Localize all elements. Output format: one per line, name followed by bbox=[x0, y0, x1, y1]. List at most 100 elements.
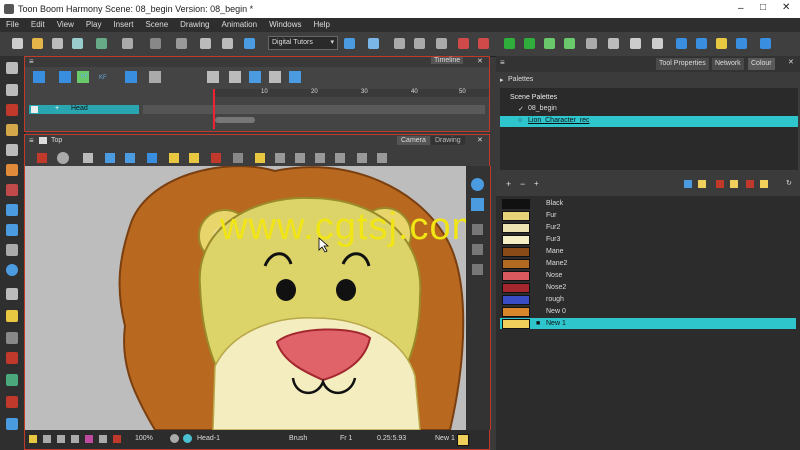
light-icon[interactable] bbox=[29, 435, 37, 443]
paint-line-icon[interactable] bbox=[211, 153, 221, 163]
colour-row[interactable]: Fur2 bbox=[500, 222, 796, 233]
layer-visible-checkbox[interactable] bbox=[31, 106, 38, 113]
light-table-icon[interactable] bbox=[125, 153, 135, 163]
menu-scene[interactable]: Scene bbox=[145, 20, 168, 29]
menu-help[interactable]: Help bbox=[314, 20, 330, 29]
constant-segment-icon[interactable] bbox=[269, 71, 281, 83]
stop-motion-keyframe-icon[interactable] bbox=[149, 71, 161, 83]
refresh-icon[interactable]: ↻ bbox=[786, 179, 792, 187]
peg-icon-2[interactable] bbox=[524, 38, 535, 49]
motion-keyframe-icon[interactable] bbox=[125, 71, 137, 83]
text-tool-icon[interactable] bbox=[6, 144, 18, 156]
palette-item-selected[interactable]: ○ Lion_Character_rec bbox=[500, 116, 798, 127]
add-keyframe-icon[interactable] bbox=[207, 71, 219, 83]
status-icon-6[interactable] bbox=[113, 435, 121, 443]
peg-icon-3[interactable] bbox=[544, 38, 555, 49]
line-icon[interactable] bbox=[233, 153, 243, 163]
close-panel-icon[interactable]: ✕ bbox=[477, 136, 483, 144]
grid-icon[interactable] bbox=[83, 153, 93, 163]
remove-keyframe-icon[interactable] bbox=[229, 71, 241, 83]
menu-drawing[interactable]: Drawing bbox=[180, 20, 209, 29]
deform-icon-2[interactable] bbox=[414, 38, 425, 49]
arrange-icon-4[interactable] bbox=[335, 153, 345, 163]
copy-icon[interactable] bbox=[200, 38, 211, 49]
menu-edit[interactable]: Edit bbox=[31, 20, 45, 29]
timeline-scrollbar[interactable] bbox=[215, 117, 255, 123]
status-icon-1[interactable] bbox=[43, 435, 51, 443]
loop-icon[interactable] bbox=[696, 38, 707, 49]
ellipse-tool-icon[interactable] bbox=[6, 244, 18, 256]
layer-row-head[interactable]: + Head bbox=[29, 105, 139, 114]
stamp-tool-icon[interactable] bbox=[6, 352, 18, 364]
recolour-swatch-icon[interactable] bbox=[760, 180, 768, 188]
select-tool-icon[interactable] bbox=[6, 62, 18, 74]
dropper-tool-icon[interactable] bbox=[6, 264, 18, 276]
panel-menu-icon[interactable]: ≡ bbox=[500, 58, 505, 67]
lock-all-icon[interactable] bbox=[189, 153, 199, 163]
flip-icon-2[interactable] bbox=[377, 153, 387, 163]
spline-tool-icon[interactable] bbox=[6, 418, 18, 430]
tab-drawing[interactable]: Drawing bbox=[431, 136, 465, 145]
gear-icon[interactable] bbox=[57, 152, 69, 164]
hand-tool-icon[interactable] bbox=[6, 288, 18, 300]
add-colour-icon[interactable]: + bbox=[506, 179, 511, 189]
transform-tool-icon[interactable] bbox=[6, 310, 18, 322]
rectangle-tool-icon[interactable] bbox=[6, 224, 18, 236]
status-icon-4[interactable] bbox=[85, 435, 93, 443]
close-panel-icon[interactable]: ✕ bbox=[788, 58, 794, 66]
maximize-icon[interactable]: □ bbox=[760, 2, 766, 13]
colour-row[interactable]: Mane2 bbox=[500, 258, 796, 269]
save-as-icon[interactable] bbox=[72, 38, 83, 49]
tab-camera[interactable]: Camera bbox=[397, 136, 430, 145]
colour-row-selected[interactable]: ■ New 1 bbox=[500, 318, 796, 329]
tint-icon[interactable] bbox=[730, 180, 738, 188]
sound-icon[interactable] bbox=[736, 38, 747, 49]
colour-row[interactable]: Fur bbox=[500, 210, 796, 221]
add-drawing-layer-icon[interactable] bbox=[59, 71, 71, 83]
morph-tool-icon[interactable] bbox=[6, 374, 18, 386]
recolour-icon[interactable] bbox=[746, 180, 754, 188]
eraser-tool-icon[interactable] bbox=[6, 164, 18, 176]
dropper-icon[interactable] bbox=[684, 180, 692, 188]
sound-scrub-icon[interactable] bbox=[760, 38, 771, 49]
panel-menu-icon[interactable]: ≡ bbox=[29, 57, 34, 66]
paint-tool-icon[interactable] bbox=[6, 184, 18, 196]
onion-icon-2[interactable] bbox=[608, 38, 619, 49]
colour-row[interactable]: Mane bbox=[500, 246, 796, 257]
deform-icon-3[interactable] bbox=[436, 38, 447, 49]
side-tool-icon-3[interactable] bbox=[472, 264, 483, 275]
eye-icon[interactable] bbox=[471, 178, 484, 191]
colour-row[interactable]: Fur3 bbox=[500, 234, 796, 245]
colour-row[interactable]: Black bbox=[500, 198, 796, 209]
undo-icon[interactable] bbox=[122, 38, 133, 49]
deform-icon-1[interactable] bbox=[394, 38, 405, 49]
deform-icon-5[interactable] bbox=[478, 38, 489, 49]
menu-file[interactable]: File bbox=[6, 20, 19, 29]
arrange-icon-3[interactable] bbox=[315, 153, 325, 163]
link-icon[interactable] bbox=[716, 180, 724, 188]
peg-icon-4[interactable] bbox=[564, 38, 575, 49]
arrange-icon-1[interactable] bbox=[275, 153, 285, 163]
paste-icon[interactable] bbox=[222, 38, 233, 49]
onion-icon-4[interactable] bbox=[652, 38, 663, 49]
close-icon[interactable]: ✕ bbox=[782, 2, 790, 13]
workspace-select[interactable]: Digital Tutors ▾ bbox=[268, 36, 338, 50]
bring-forward-icon[interactable] bbox=[255, 153, 265, 163]
preview-icon[interactable] bbox=[147, 153, 157, 163]
pencil-tool-icon[interactable] bbox=[6, 124, 18, 136]
line-tool-icon[interactable] bbox=[6, 204, 18, 216]
tab-tool-properties[interactable]: Tool Properties bbox=[656, 58, 709, 70]
layer-cells[interactable] bbox=[215, 105, 485, 114]
colour-row[interactable]: Nose bbox=[500, 270, 796, 281]
deform-icon-4[interactable] bbox=[458, 38, 469, 49]
flip-icon-1[interactable] bbox=[357, 153, 367, 163]
contour-tool-icon[interactable] bbox=[6, 84, 18, 96]
side-tool-icon-1[interactable] bbox=[472, 224, 483, 235]
cut-icon[interactable] bbox=[176, 38, 187, 49]
paint-bucket-tool-icon[interactable] bbox=[6, 396, 18, 408]
brush-tool-icon[interactable] bbox=[6, 104, 18, 116]
ease-icon[interactable] bbox=[249, 71, 261, 83]
cutter-tool-icon[interactable] bbox=[6, 332, 18, 344]
function-icon[interactable] bbox=[289, 71, 301, 83]
menu-windows[interactable]: Windows bbox=[269, 20, 301, 29]
